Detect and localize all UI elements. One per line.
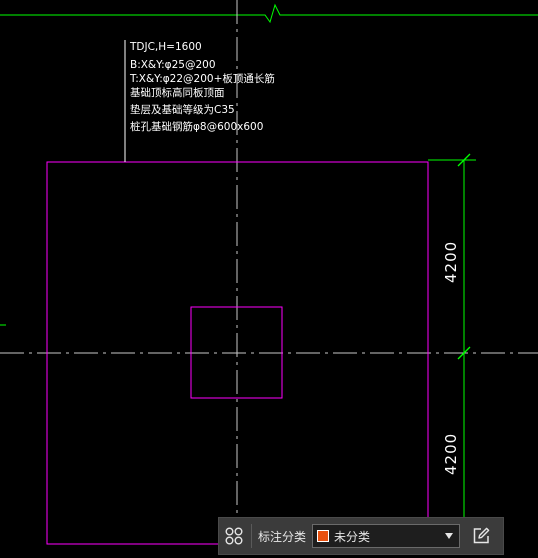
- dimension-lower-text: 4200: [442, 433, 460, 475]
- annotation-category-toolbar: 标注分类 未分类: [218, 517, 504, 555]
- annotation-line-1: TDJC,H=1600: [129, 41, 202, 53]
- dimension-line-group[interactable]: [428, 153, 476, 540]
- cad-drawing-canvas[interactable]: TDJC,H=1600 B:X&Y:φ25@200 T:X&Y:φ22@200+…: [0, 0, 538, 558]
- annotation-line-4: 基础顶标高同板顶面: [130, 86, 225, 99]
- dimension-upper-text: 4200: [442, 241, 460, 283]
- annotation-line-3: T:X&Y:φ22@200+板顶通长筋: [129, 72, 275, 85]
- toolbar-separator: [251, 524, 252, 548]
- edit-note-icon[interactable]: [466, 521, 496, 551]
- category-label: 标注分类: [258, 529, 307, 544]
- annotation-line-6: 桩孔基础钢筋φ8@600x600: [130, 120, 263, 133]
- annotation-line-2: B:X&Y:φ25@200: [130, 59, 216, 71]
- chevron-down-icon: [445, 533, 454, 539]
- category-select[interactable]: 未分类: [312, 524, 461, 548]
- top-axis-line: [0, 3, 538, 24]
- category-select-value: 未分类: [334, 529, 371, 544]
- annotation-block[interactable]: TDJC,H=1600 B:X&Y:φ25@200 T:X&Y:φ22@200+…: [129, 41, 275, 133]
- annotation-line-5: 垫层及基础等级为C35: [130, 103, 235, 116]
- category-color-swatch: [317, 530, 330, 542]
- four-circles-icon[interactable]: [219, 521, 249, 551]
